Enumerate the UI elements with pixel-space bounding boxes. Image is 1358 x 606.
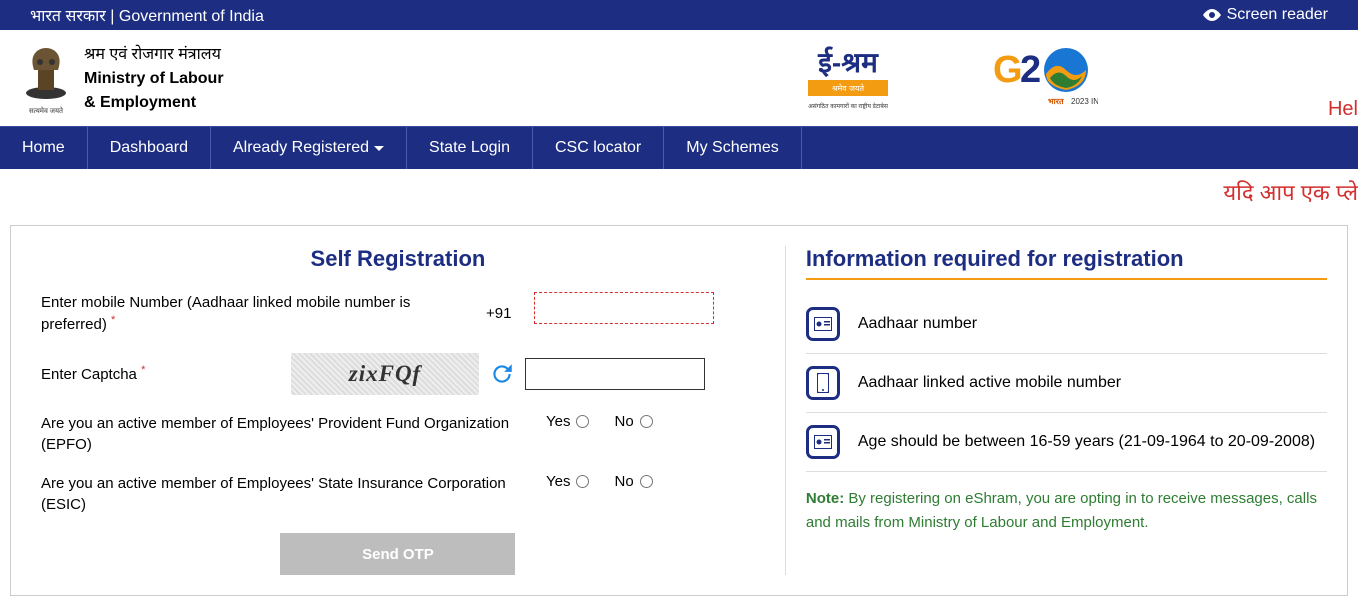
- send-otp-button[interactable]: Send OTP: [280, 533, 515, 575]
- header: सत्यमेव जयते श्रम एवं रोजगार मंत्रालय Mi…: [0, 30, 1358, 126]
- marquee-text: यदि आप एक प्ले: [0, 169, 1358, 215]
- self-registration-panel: Self Registration Enter mobile Number (A…: [11, 246, 786, 575]
- mobile-input[interactable]: [534, 292, 714, 324]
- esic-row: Are you an active member of Employees' S…: [41, 473, 755, 515]
- svg-text:असंगठित कामगारों का राष्ट्रीय: असंगठित कामगारों का राष्ट्रीय डेटाबेस: [808, 102, 889, 110]
- mobile-prefix: +91: [486, 305, 511, 322]
- info-title: Information required for registration: [806, 246, 1327, 280]
- svg-text:सत्यमेव जयते: सत्यमेव जयते: [29, 106, 64, 115]
- svg-text:भारत: भारत: [1048, 97, 1064, 106]
- gov-bar: भारत सरकार | Government of India Screen …: [0, 0, 1358, 30]
- captcha-input[interactable]: [525, 358, 705, 390]
- header-logos: ई-श्रम श्रमेव जयते असंगठित कामगारों का र…: [798, 42, 1098, 114]
- svg-text:श्रमेव जयते: श्रमेव जयते: [832, 83, 865, 93]
- main-nav: Home Dashboard Already Registered State …: [0, 126, 1358, 169]
- mobile-row: Enter mobile Number (Aadhaar linked mobi…: [41, 292, 755, 335]
- esic-radio-group: Yes No: [546, 473, 653, 490]
- epfo-radio-group: Yes No: [546, 413, 653, 430]
- id-card-icon: [806, 425, 840, 459]
- captcha-label: Enter Captcha *: [41, 363, 281, 385]
- esic-yes-label[interactable]: Yes: [546, 473, 589, 490]
- epfo-label: Are you an active member of Employees' P…: [41, 413, 531, 455]
- chevron-down-icon: [374, 146, 384, 151]
- info-mobile: Aadhaar linked active mobile number: [806, 354, 1327, 413]
- nav-my-schemes[interactable]: My Schemes: [664, 127, 801, 169]
- help-link[interactable]: Hel: [1328, 98, 1358, 121]
- nav-dashboard[interactable]: Dashboard: [88, 127, 211, 169]
- nav-already-registered[interactable]: Already Registered: [211, 127, 407, 169]
- gov-text: भारत सरकार | Government of India: [30, 4, 264, 26]
- epfo-row: Are you an active member of Employees' P…: [41, 413, 755, 455]
- esic-label: Are you an active member of Employees' S…: [41, 473, 531, 515]
- esic-yes-radio[interactable]: [576, 475, 589, 488]
- nav-home[interactable]: Home: [0, 127, 88, 169]
- esic-no-label[interactable]: No: [614, 473, 652, 490]
- info-panel: Information required for registration Aa…: [786, 246, 1347, 575]
- svg-text:2023 INDIA: 2023 INDIA: [1071, 97, 1098, 106]
- refresh-icon[interactable]: [489, 361, 515, 387]
- main-content: Self Registration Enter mobile Number (A…: [10, 225, 1348, 596]
- epfo-no-radio[interactable]: [640, 415, 653, 428]
- eye-icon: [1203, 8, 1221, 22]
- svg-text:ई-श्रम: ई-श्रम: [817, 46, 879, 78]
- info-age: Age should be between 16-59 years (21-09…: [806, 413, 1327, 472]
- mobile-label: Enter mobile Number (Aadhaar linked mobi…: [41, 292, 471, 335]
- g20-logo-icon: G2 भारत 2023 INDIA: [978, 42, 1098, 114]
- epfo-yes-radio[interactable]: [576, 415, 589, 428]
- svg-text:G: G: [993, 49, 1023, 91]
- epfo-yes-label[interactable]: Yes: [546, 413, 589, 430]
- esic-no-radio[interactable]: [640, 475, 653, 488]
- captcha-row: Enter Captcha * zixFQf: [41, 353, 755, 395]
- info-aadhaar: Aadhaar number: [806, 295, 1327, 354]
- india-emblem-icon: सत्यमेव जयते: [20, 38, 72, 118]
- nav-state-login[interactable]: State Login: [407, 127, 533, 169]
- id-card-icon: [806, 307, 840, 341]
- ministry-text: श्रम एवं रोजगार मंत्रालय Ministry of Lab…: [84, 38, 224, 115]
- epfo-no-label[interactable]: No: [614, 413, 652, 430]
- self-registration-title: Self Registration: [41, 246, 755, 272]
- nav-csc-locator[interactable]: CSC locator: [533, 127, 664, 169]
- mobile-icon: [806, 366, 840, 400]
- note-text: Note: By registering on eShram, you are …: [806, 487, 1327, 535]
- captcha-image: zixFQf: [291, 353, 479, 395]
- eshram-logo-icon: ई-श्रम श्रमेव जयते असंगठित कामगारों का र…: [798, 42, 898, 114]
- emblem-block: सत्यमेव जयते श्रम एवं रोजगार मंत्रालय Mi…: [20, 38, 224, 118]
- svg-text:2: 2: [1020, 49, 1041, 91]
- screen-reader-link[interactable]: Screen reader: [1203, 6, 1328, 24]
